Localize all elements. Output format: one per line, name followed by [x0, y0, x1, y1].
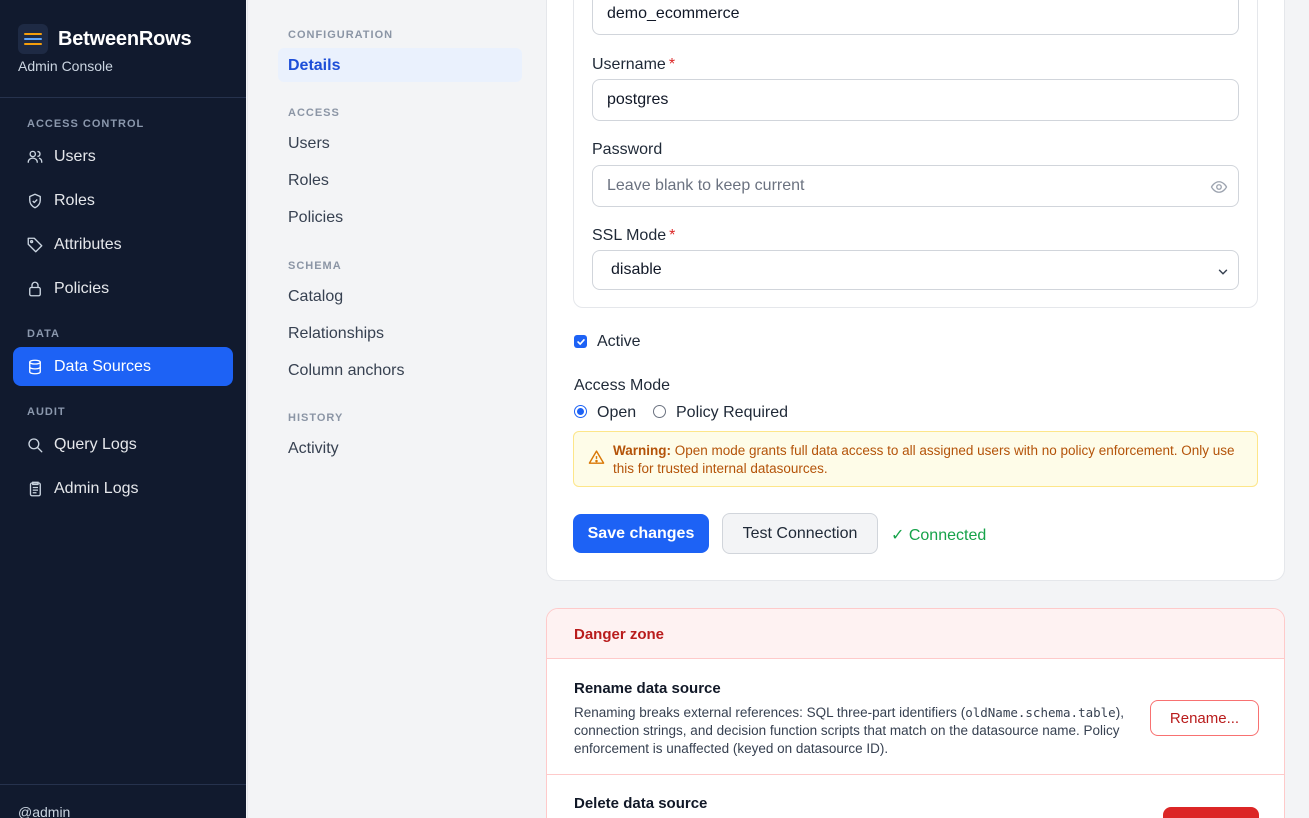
active-label: Active — [597, 333, 641, 350]
subnav-item-details[interactable]: Details — [288, 57, 340, 75]
tag-icon — [27, 237, 43, 252]
subnav-item-roles[interactable]: Roles — [288, 172, 329, 190]
rename-title: Rename data source — [574, 680, 721, 697]
sidebar-item-attributes[interactable]: Attributes — [13, 225, 233, 264]
brand-title: BetweenRows — [58, 27, 192, 50]
connection-status: ✓ Connected — [891, 527, 987, 544]
sidebar-divider — [0, 97, 246, 98]
sidebar-item-roles[interactable]: Roles — [13, 181, 233, 220]
lock-icon — [29, 281, 41, 296]
subnav-item-relationships[interactable]: Relationships — [288, 325, 384, 343]
rename-description: Renaming breaks external references: SQL… — [574, 705, 1124, 756]
sidebar-item-label: Users — [54, 147, 96, 165]
sidebar-item-admin-logs[interactable]: Admin Logs — [13, 469, 233, 508]
subnav-item-catalog[interactable]: Catalog — [288, 288, 343, 306]
ssl-mode-label: SSL Mode * — [592, 227, 676, 244]
brand: BetweenRows — [18, 24, 192, 54]
username-input[interactable]: postgres — [592, 79, 1239, 121]
sidebar-footer-divider — [0, 784, 246, 785]
sidebar-item-data-sources[interactable]: Data Sources — [13, 347, 233, 386]
danger-zone-divider — [547, 774, 1284, 775]
sidebar-item-label: Data Sources — [54, 357, 151, 375]
warning-icon — [588, 450, 605, 464]
sidebar-item-label: Query Logs — [54, 435, 137, 453]
chevron-down-icon — [1218, 269, 1228, 275]
password-label: Password — [592, 141, 663, 158]
danger-zone-title: Danger zone — [574, 626, 665, 643]
danger-zone-header: Danger zone — [547, 609, 1284, 659]
access-mode-policy-required-radio[interactable] — [653, 405, 666, 418]
search-icon — [28, 437, 43, 452]
username-value: postgres — [607, 91, 669, 108]
warning-text: Warning: Open mode grants full data acce… — [613, 443, 1235, 476]
ssl-mode-value: disable — [611, 261, 662, 278]
sidebar-section-audit: AUDIT — [27, 406, 66, 418]
sidebar-section-data: DATA — [27, 328, 60, 340]
users-icon — [27, 150, 43, 163]
sidebar-item-policies[interactable]: Policies — [13, 269, 233, 308]
active-checkbox[interactable] — [574, 335, 587, 348]
sidebar-item-label: Attributes — [54, 235, 122, 253]
subnav-section-history: HISTORY — [288, 412, 344, 424]
delete-title: Delete data source — [574, 795, 708, 812]
test-connection-button[interactable]: Test Connection — [722, 513, 878, 554]
save-changes-button[interactable]: Save changes — [573, 514, 709, 553]
brand-subtitle: Admin Console — [18, 58, 113, 74]
sidebar: BetweenRows Admin Console ACCESS CONTROL… — [0, 0, 246, 818]
ssl-mode-select[interactable]: disable — [592, 250, 1239, 290]
rename-button[interactable]: Rename... — [1150, 700, 1259, 736]
password-placeholder: Leave blank to keep current — [607, 177, 805, 194]
delete-button[interactable] — [1163, 807, 1259, 818]
sidebar-item-label: Roles — [54, 191, 95, 209]
database-icon — [29, 359, 41, 374]
subnav-section-access: ACCESS — [288, 107, 340, 119]
database-value: demo_ecommerce — [607, 5, 740, 22]
subnav-item-policies[interactable]: Policies — [288, 209, 343, 227]
subnav-item-column-anchors[interactable]: Column anchors — [288, 362, 405, 380]
clipboard-icon — [29, 481, 41, 496]
subnav-section-schema: SCHEMA — [288, 260, 342, 272]
open-mode-warning: Warning: Open mode grants full data acce… — [573, 431, 1258, 487]
access-mode-policy-required-label: Policy Required — [676, 404, 789, 421]
password-input[interactable]: Leave blank to keep current — [592, 165, 1239, 207]
sidebar-item-label: Admin Logs — [54, 479, 139, 497]
sidebar-item-query-logs[interactable]: Query Logs — [13, 425, 233, 464]
username-label: Username * — [592, 56, 676, 73]
sidebar-section-access-control: ACCESS CONTROL — [27, 118, 145, 130]
access-mode-label: Access Mode — [574, 377, 671, 394]
shield-icon — [29, 193, 41, 208]
sidebar-item-users[interactable]: Users — [13, 137, 233, 176]
datasource-subnav: CONFIGURATION Details ACCESS Users Roles… — [247, 0, 527, 818]
subnav-item-users[interactable]: Users — [288, 135, 330, 153]
current-user[interactable]: @admin — [18, 804, 70, 818]
sidebar-item-label: Policies — [54, 279, 110, 297]
danger-zone: Danger zone Rename data source Renaming … — [546, 608, 1285, 818]
access-mode-open-label: Open — [597, 404, 637, 421]
database-input[interactable]: demo_ecommerce — [592, 0, 1239, 35]
access-mode-open-radio[interactable] — [574, 405, 587, 418]
subnav-item-activity[interactable]: Activity — [288, 440, 339, 458]
hamburger-icon[interactable] — [18, 24, 48, 54]
eye-icon[interactable] — [1210, 178, 1228, 196]
subnav-section-configuration: CONFIGURATION — [288, 29, 394, 41]
